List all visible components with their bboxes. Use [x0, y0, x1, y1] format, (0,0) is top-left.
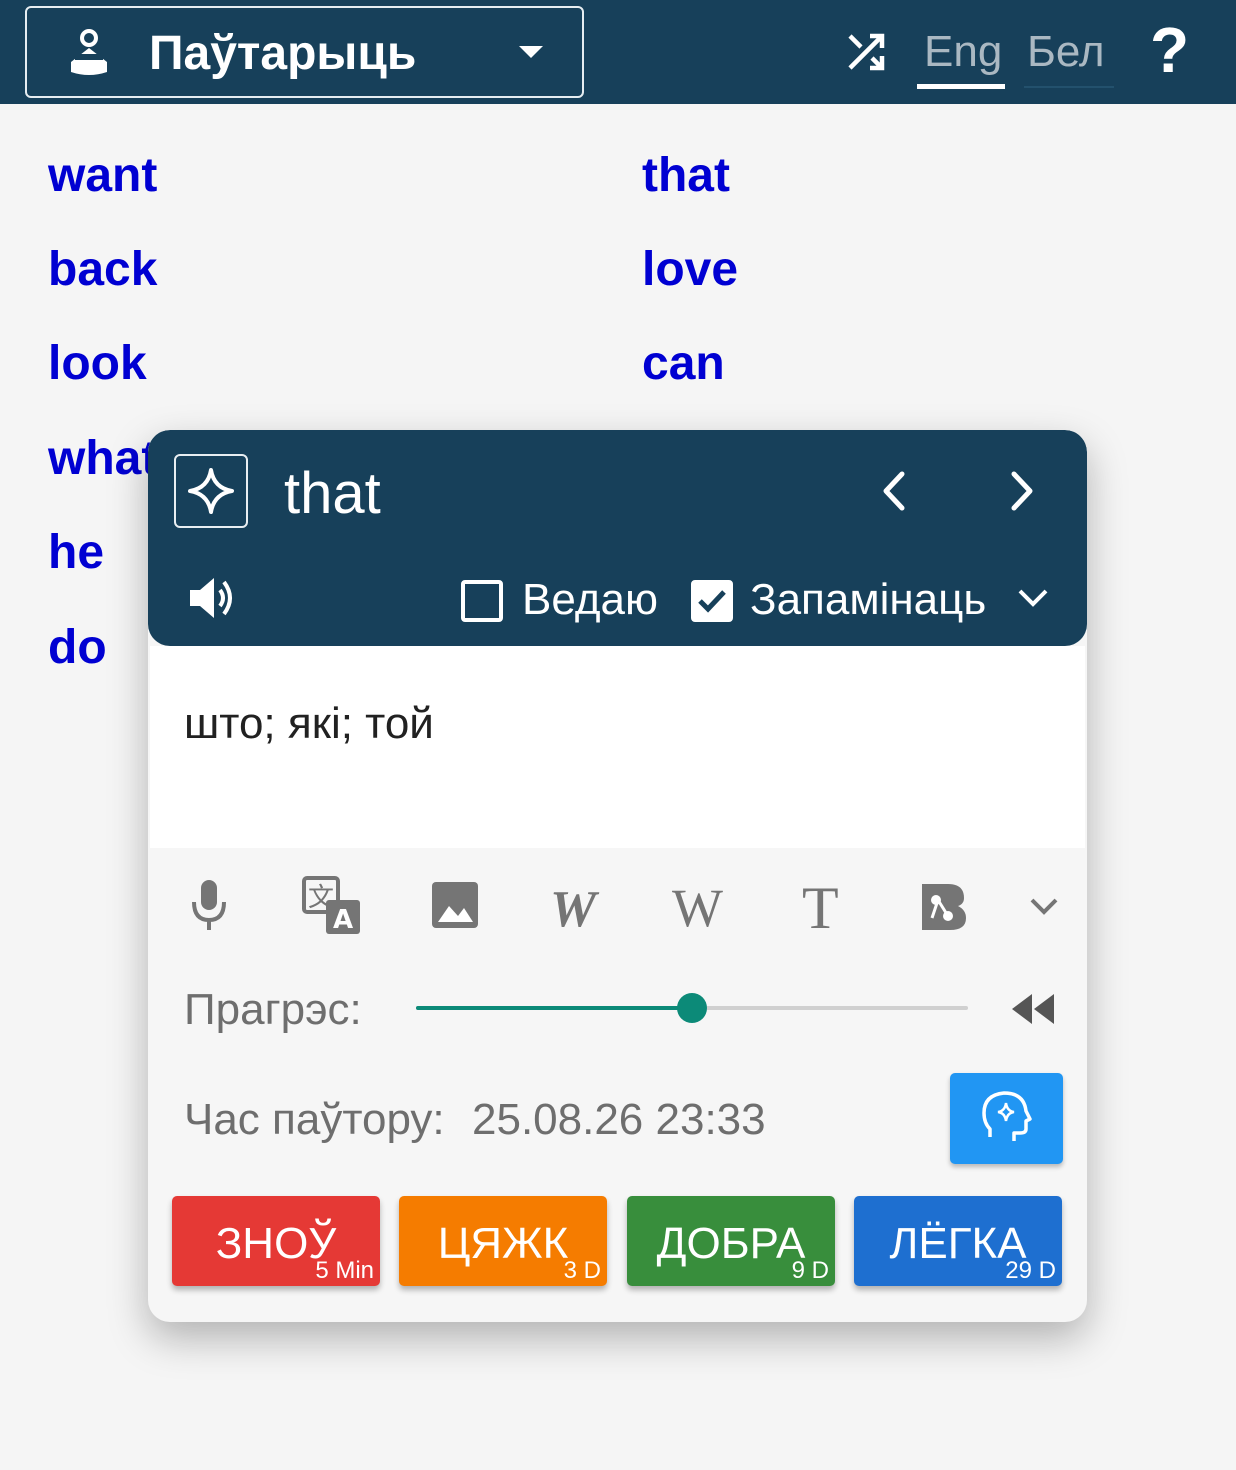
easy-button[interactable]: ЛЁГКА 29 D — [854, 1196, 1062, 1286]
svg-text:T: T — [802, 876, 839, 936]
translation-text: што; які; той — [184, 699, 434, 748]
wikipedia-icon[interactable]: W — [670, 876, 734, 936]
wiktionary-icon[interactable]: W — [548, 876, 610, 936]
svg-text:W: W — [672, 878, 723, 936]
checkmark-icon — [698, 590, 726, 613]
word-link[interactable]: what — [48, 431, 157, 487]
rewind-icon[interactable] — [1010, 992, 1056, 1026]
progress-thumb[interactable] — [677, 993, 707, 1023]
progress-label: Прагрэс: — [184, 985, 362, 1034]
known-label: Ведаю — [522, 575, 658, 624]
caret-down-icon — [519, 46, 543, 58]
study-mode-icon — [71, 29, 107, 75]
tab-bel[interactable]: Бел — [1027, 24, 1105, 80]
mode-label: Паўтарыць — [149, 27, 417, 80]
active-tab-indicator — [917, 84, 1005, 89]
top-bar: Паўтарыць Eng Бел ? — [0, 0, 1236, 104]
word-link[interactable]: that — [642, 148, 730, 204]
translation-area: што; які; той — [150, 646, 1085, 848]
word-link[interactable]: he — [48, 525, 104, 581]
review-time-label: Час паўтору: — [184, 1095, 445, 1144]
answer-interval: 5 Min — [315, 1257, 374, 1284]
typography-icon[interactable]: T — [800, 876, 844, 936]
ai-sparkle-button[interactable] — [174, 454, 248, 528]
progress-slider[interactable] — [416, 993, 968, 1023]
word-link[interactable]: look — [48, 336, 147, 392]
card-word: that — [284, 461, 381, 526]
svg-text:A: A — [333, 905, 353, 935]
word-link[interactable]: love — [642, 242, 738, 298]
sparkle-icon — [188, 468, 234, 514]
answer-interval: 3 D — [563, 1257, 601, 1284]
card-header: that Ведаю Запамінаць — [148, 430, 1087, 646]
progress-fill — [416, 1006, 692, 1010]
word-link[interactable]: can — [642, 336, 725, 392]
chevron-right-icon[interactable] — [998, 468, 1042, 514]
chevron-down-icon[interactable] — [1028, 876, 1060, 936]
word-link[interactable]: do — [48, 620, 107, 676]
help-button[interactable]: ? — [1150, 18, 1190, 82]
memorize-checkbox[interactable] — [691, 580, 733, 622]
speaker-icon[interactable] — [188, 576, 236, 620]
tab-divider — [1024, 86, 1114, 88]
image-icon[interactable] — [431, 876, 479, 936]
chevron-left-icon[interactable] — [874, 468, 918, 514]
word-card: that Ведаю Запамінаць што; які; той 文 A … — [148, 430, 1087, 1322]
mode-dropdown[interactable]: Паўтарыць — [25, 6, 584, 98]
memorize-label: Запамінаць — [750, 575, 987, 624]
bee-icon[interactable] — [918, 876, 970, 936]
good-button[interactable]: ДОБРА 9 D — [627, 1196, 835, 1286]
word-link[interactable]: back — [48, 242, 157, 298]
microphone-icon[interactable] — [188, 876, 230, 936]
answer-interval: 29 D — [1005, 1257, 1056, 1284]
answer-interval: 9 D — [791, 1257, 829, 1284]
review-time-value: 25.08.26 23:33 — [472, 1095, 766, 1144]
tab-eng[interactable]: Eng — [924, 24, 1002, 80]
hard-button[interactable]: ЦЯЖК 3 D — [399, 1196, 607, 1286]
brain-sparkle-icon — [982, 1091, 1032, 1141]
chevron-down-icon[interactable] — [1016, 586, 1050, 610]
brain-button[interactable] — [950, 1073, 1063, 1164]
known-checkbox[interactable] — [461, 580, 503, 622]
shuffle-icon[interactable] — [844, 30, 888, 74]
translate-icon[interactable]: 文 A — [302, 876, 362, 936]
svg-text:W: W — [550, 881, 600, 936]
word-link[interactable]: want — [48, 148, 157, 204]
again-button[interactable]: ЗНОЎ 5 Min — [172, 1196, 380, 1286]
